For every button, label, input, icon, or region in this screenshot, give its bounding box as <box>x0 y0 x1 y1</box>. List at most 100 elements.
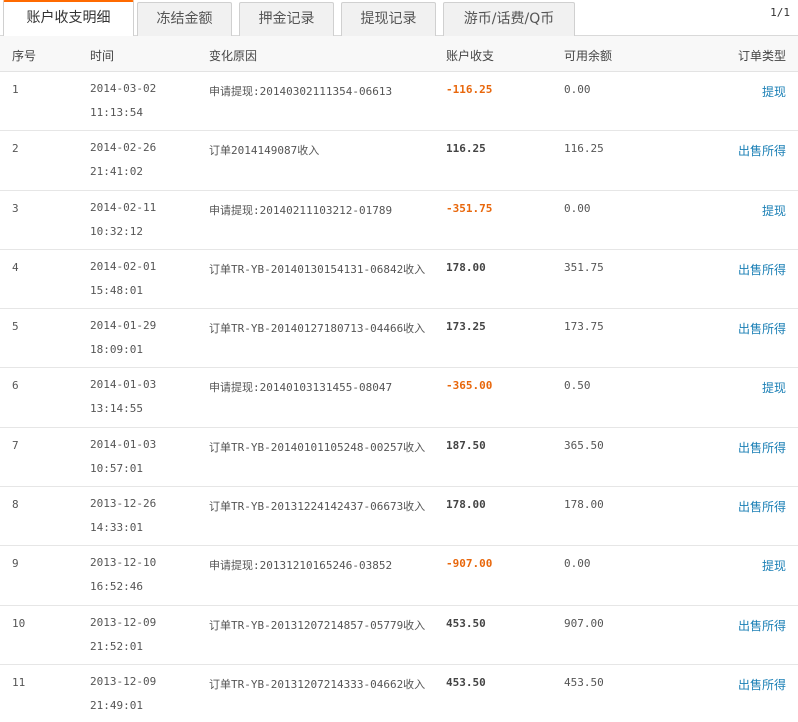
row-order-type-link[interactable]: 出售所得 <box>738 320 786 337</box>
row-amount: 173.25 <box>446 320 486 334</box>
row-time: 2013-12-26 14:33:01 <box>90 492 200 540</box>
row-reason: 申请提现:20140302111354-06613 <box>209 85 393 98</box>
tab-game-coins[interactable]: 游币/话费/Q币 <box>443 2 575 36</box>
tab-bar: 账户收支明细 冻结金额 押金记录 提现记录 游币/话费/Q币 1/1 <box>0 0 798 37</box>
row-amount: 453.50 <box>446 616 486 630</box>
table-row: 5 2014-01-29 18:09:01 订单TR-YB-2014012718… <box>0 309 798 369</box>
row-time: 2014-01-29 18:09:01 <box>90 314 200 362</box>
col-header-amount: 账户收支 <box>446 49 495 63</box>
row-index: 6 <box>12 379 19 393</box>
table-row: 1 2014-03-02 11:13:54 申请提现:2014030211135… <box>0 72 798 132</box>
tab-deposit-records[interactable]: 押金记录 <box>239 2 334 36</box>
row-time: 2014-02-11 10:32:12 <box>90 196 200 244</box>
page-indicator: 1/1 <box>770 6 790 19</box>
row-reason: 订单TR-YB-20140127180713-04466收入 <box>209 322 426 336</box>
row-date: 2013-12-10 <box>90 556 157 570</box>
col-header-type: 订单类型 <box>737 49 786 63</box>
row-clock: 16:52:46 <box>90 580 143 594</box>
table-row: 10 2013-12-09 21:52:01 订单TR-YB-201312072… <box>0 606 798 665</box>
row-amount: 178.00 <box>446 260 486 274</box>
table-row: 2 2014-02-26 21:41:02 订单2014149087收入 116… <box>0 131 798 191</box>
row-reason: 申请提现:20140211103212-01789 <box>209 203 393 217</box>
table-row: 11 2013-12-09 21:49:01 订单TR-YB-201312072… <box>0 665 798 722</box>
row-reason: 订单TR-YB-20140130154131-06842收入 <box>209 262 426 276</box>
row-date: 2014-02-11 <box>90 200 157 214</box>
col-header-balance: 可用余额 <box>564 49 613 63</box>
row-index: 3 <box>12 201 19 215</box>
table-row: 3 2014-02-11 10:32:12 申请提现:2014021110321… <box>0 191 798 250</box>
row-balance: 0.00 <box>564 201 591 215</box>
row-balance: 116.25 <box>564 142 604 156</box>
row-index: 8 <box>12 498 19 512</box>
row-clock: 14:33:01 <box>90 521 143 535</box>
row-order-type-link[interactable]: 出售所得 <box>738 261 786 278</box>
table-row: 7 2014-01-03 10:57:01 订单TR-YB-2014010110… <box>0 428 798 488</box>
row-clock: 18:09:01 <box>90 343 143 357</box>
row-date: 2013-12-09 <box>90 674 157 688</box>
row-time: 2013-12-09 21:49:01 <box>90 670 200 718</box>
row-clock: 21:52:01 <box>90 639 143 653</box>
row-index: 1 <box>12 83 19 96</box>
row-index: 4 <box>12 260 19 274</box>
row-clock: 21:41:02 <box>90 165 143 179</box>
row-order-type-link[interactable]: 提现 <box>762 202 786 219</box>
row-date: 2013-12-09 <box>90 615 157 629</box>
row-balance: 0.50 <box>564 379 591 393</box>
tab-account-details[interactable]: 账户收支明细 <box>3 0 134 37</box>
tab-frozen-amount[interactable]: 冻结金额 <box>137 2 232 36</box>
row-balance: 173.75 <box>564 320 604 334</box>
row-time: 2013-12-09 21:52:01 <box>90 611 200 659</box>
row-order-type-link[interactable]: 出售所得 <box>738 676 786 693</box>
row-time: 2014-01-03 13:14:55 <box>90 373 200 421</box>
row-order-type-link[interactable]: 出售所得 <box>738 498 786 515</box>
row-date: 2013-12-26 <box>90 497 157 511</box>
row-amount: -116.25 <box>446 83 493 96</box>
row-reason: 申请提现:20131210165246-03852 <box>209 559 393 573</box>
row-reason: 订单TR-YB-20140101105248-00257收入 <box>209 440 426 454</box>
row-index: 7 <box>12 438 19 452</box>
col-header-time: 时间 <box>90 49 115 63</box>
row-amount: -365.00 <box>446 379 493 393</box>
table-row: 8 2013-12-26 14:33:01 订单TR-YB-2013122414… <box>0 487 798 547</box>
row-balance: 0.00 <box>564 557 591 571</box>
row-order-type-link[interactable]: 出售所得 <box>738 439 786 456</box>
row-reason: 订单TR-YB-20131224142437-06673收入 <box>209 500 426 514</box>
row-date: 2014-01-03 <box>90 378 157 392</box>
row-reason: 订单TR-YB-20131207214333-04662收入 <box>209 677 426 691</box>
row-balance: 178.00 <box>564 498 604 512</box>
row-clock: 15:48:01 <box>90 283 143 297</box>
table-row: 4 2014-02-01 15:48:01 订单TR-YB-2014013015… <box>0 250 798 310</box>
table-row: 6 2014-01-03 13:14:55 申请提现:2014010313145… <box>0 368 798 428</box>
row-clock: 13:14:55 <box>90 402 143 416</box>
transactions-table: 序号 时间 变化原因 账户收支 可用余额 订单类型 1 2014-03-02 1… <box>0 36 798 722</box>
row-time: 2014-03-02 11:13:54 <box>90 77 200 125</box>
row-balance: 453.50 <box>564 675 604 689</box>
row-clock: 10:32:12 <box>90 224 143 238</box>
row-index: 9 <box>12 557 19 571</box>
row-clock: 10:57:01 <box>90 461 143 475</box>
row-reason: 订单TR-YB-20131207214857-05779收入 <box>209 618 426 632</box>
row-time: 2014-02-26 21:41:02 <box>90 136 200 184</box>
table-row: 9 2013-12-10 16:52:46 申请提现:2013121016524… <box>0 546 798 606</box>
row-order-type-link[interactable]: 出售所得 <box>738 617 786 634</box>
row-reason: 订单2014149087收入 <box>209 144 320 158</box>
row-index: 11 <box>12 675 26 689</box>
row-date: 2014-02-01 <box>90 259 157 273</box>
row-date: 2014-01-29 <box>90 319 157 333</box>
row-date: 2014-01-03 <box>90 437 157 451</box>
row-amount: -351.75 <box>446 201 493 215</box>
row-date: 2014-03-02 <box>90 82 157 95</box>
row-index: 2 <box>12 142 19 156</box>
row-reason: 申请提现:20140103131455-08047 <box>209 381 393 395</box>
row-order-type-link[interactable]: 出售所得 <box>738 142 786 159</box>
row-index: 10 <box>12 616 26 630</box>
row-time: 2014-02-01 15:48:01 <box>90 255 200 303</box>
tab-withdraw-records[interactable]: 提现记录 <box>341 2 436 36</box>
row-order-type-link[interactable]: 提现 <box>762 379 786 396</box>
row-time: 2014-01-03 10:57:01 <box>90 433 200 481</box>
row-amount: 453.50 <box>446 675 486 689</box>
row-order-type-link[interactable]: 提现 <box>762 557 786 574</box>
row-balance: 351.75 <box>564 260 604 274</box>
row-order-type-link[interactable]: 提现 <box>762 83 786 100</box>
row-time: 2013-12-10 16:52:46 <box>90 551 200 599</box>
